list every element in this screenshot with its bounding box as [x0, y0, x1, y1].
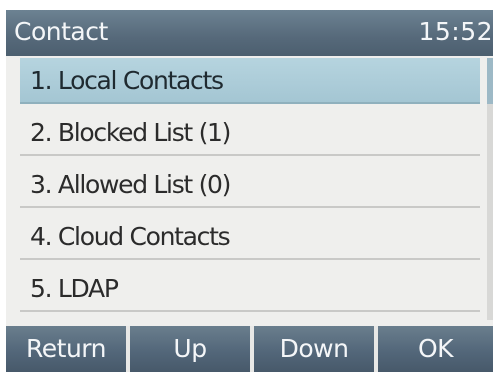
menu-item-blocked-list[interactable]: 2. Blocked List (1)	[20, 110, 480, 156]
menu-item-label: 2. Blocked List (1)	[30, 118, 231, 147]
menu-item-label: 1. Local Contacts	[30, 66, 224, 95]
menu-item-local-contacts[interactable]: 1. Local Contacts	[20, 58, 480, 104]
clock: 15:52	[418, 17, 493, 46]
menu-item-ldap[interactable]: 5. LDAP	[20, 266, 480, 312]
menu-item-allowed-list[interactable]: 3. Allowed List (0)	[20, 162, 480, 208]
softkey-bar: Return Up Down OK	[6, 326, 493, 372]
scrollbar[interactable]	[487, 58, 493, 320]
up-button[interactable]: Up	[130, 326, 250, 372]
menu-item-label: 5. LDAP	[30, 274, 119, 303]
phone-screen: Contact 15:52 1. Local Contacts 2. Block…	[6, 10, 493, 372]
contact-menu-list: 1. Local Contacts 2. Blocked List (1) 3.…	[6, 56, 493, 326]
menu-item-label: 4. Cloud Contacts	[30, 222, 231, 251]
return-button[interactable]: Return	[6, 326, 126, 372]
menu-item-label: 3. Allowed List (0)	[30, 170, 231, 199]
down-button[interactable]: Down	[254, 326, 374, 372]
page-title: Contact	[14, 17, 108, 46]
title-bar: Contact 15:52	[6, 10, 493, 56]
ok-button[interactable]: OK	[378, 326, 493, 372]
menu-item-cloud-contacts[interactable]: 4. Cloud Contacts	[20, 214, 480, 260]
scrollbar-thumb[interactable]	[487, 58, 493, 104]
